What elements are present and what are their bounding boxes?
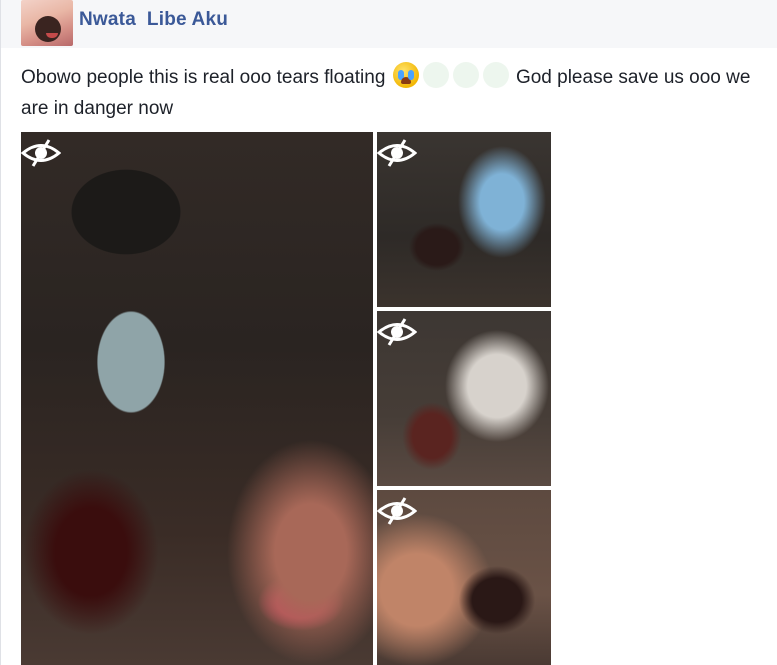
blank-emoji-icon [422,62,449,88]
crying-face-icon [392,62,419,88]
post-text-part-1: Obowo people this is real ooo tears floa… [21,67,391,88]
blank-emoji-icon [482,62,509,88]
author-avatar[interactable] [21,0,73,46]
hidden-eye-icon [21,136,61,170]
blank-emoji-icon [452,62,479,88]
photo-2[interactable] [377,132,551,307]
photo-4[interactable] [377,490,551,665]
post-text: Obowo people this is real ooo tears floa… [21,62,771,124]
avatar-face [35,16,61,42]
hidden-eye-icon [377,136,417,170]
facebook-post: Nwata Libe Aku Obowo people this is real… [0,0,777,665]
photo-1[interactable] [21,132,373,665]
author-name-link[interactable]: Nwata Libe Aku [79,9,228,31]
photo-3[interactable] [377,311,551,486]
hidden-eye-icon [377,315,417,349]
photo-grid [21,132,551,665]
hidden-eye-icon [377,494,417,528]
